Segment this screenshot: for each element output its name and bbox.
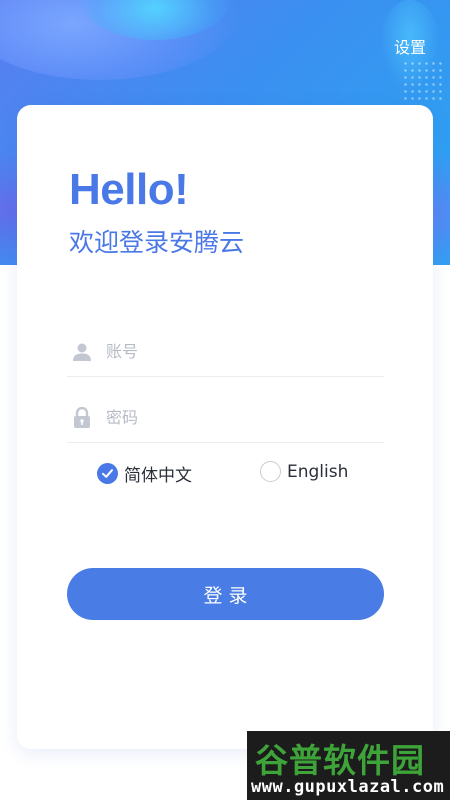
radio-unchecked-icon [260, 461, 281, 482]
decor-dots [402, 60, 442, 100]
login-card: Hello! 欢迎登录安腾云 账号 简体中文 English 登录 [17, 105, 433, 749]
password-input[interactable] [106, 402, 366, 433]
watermark-url: www.gupuxlazal.com [251, 777, 445, 797]
watermark-title: 谷普软件园 [255, 741, 425, 780]
login-button[interactable]: 登录 [67, 568, 384, 620]
welcome-subtitle: 欢迎登录安腾云 [69, 228, 245, 257]
language-selector: 简体中文 English [17, 461, 433, 487]
account-field [67, 327, 384, 377]
settings-link[interactable]: 设置 [394, 34, 426, 58]
language-option-zh[interactable]: 简体中文 [97, 461, 192, 486]
password-field [67, 393, 384, 443]
lock-icon [70, 406, 94, 430]
language-label: English [287, 461, 349, 482]
language-option-en[interactable]: English [260, 461, 348, 482]
greeting-title: Hello! [69, 165, 189, 214]
user-icon [70, 340, 94, 364]
check-icon [97, 463, 118, 484]
language-label: 简体中文 [124, 466, 192, 486]
account-input[interactable] [106, 336, 366, 367]
site-watermark: 谷普软件园 www.gupuxlazal.com [247, 731, 450, 800]
